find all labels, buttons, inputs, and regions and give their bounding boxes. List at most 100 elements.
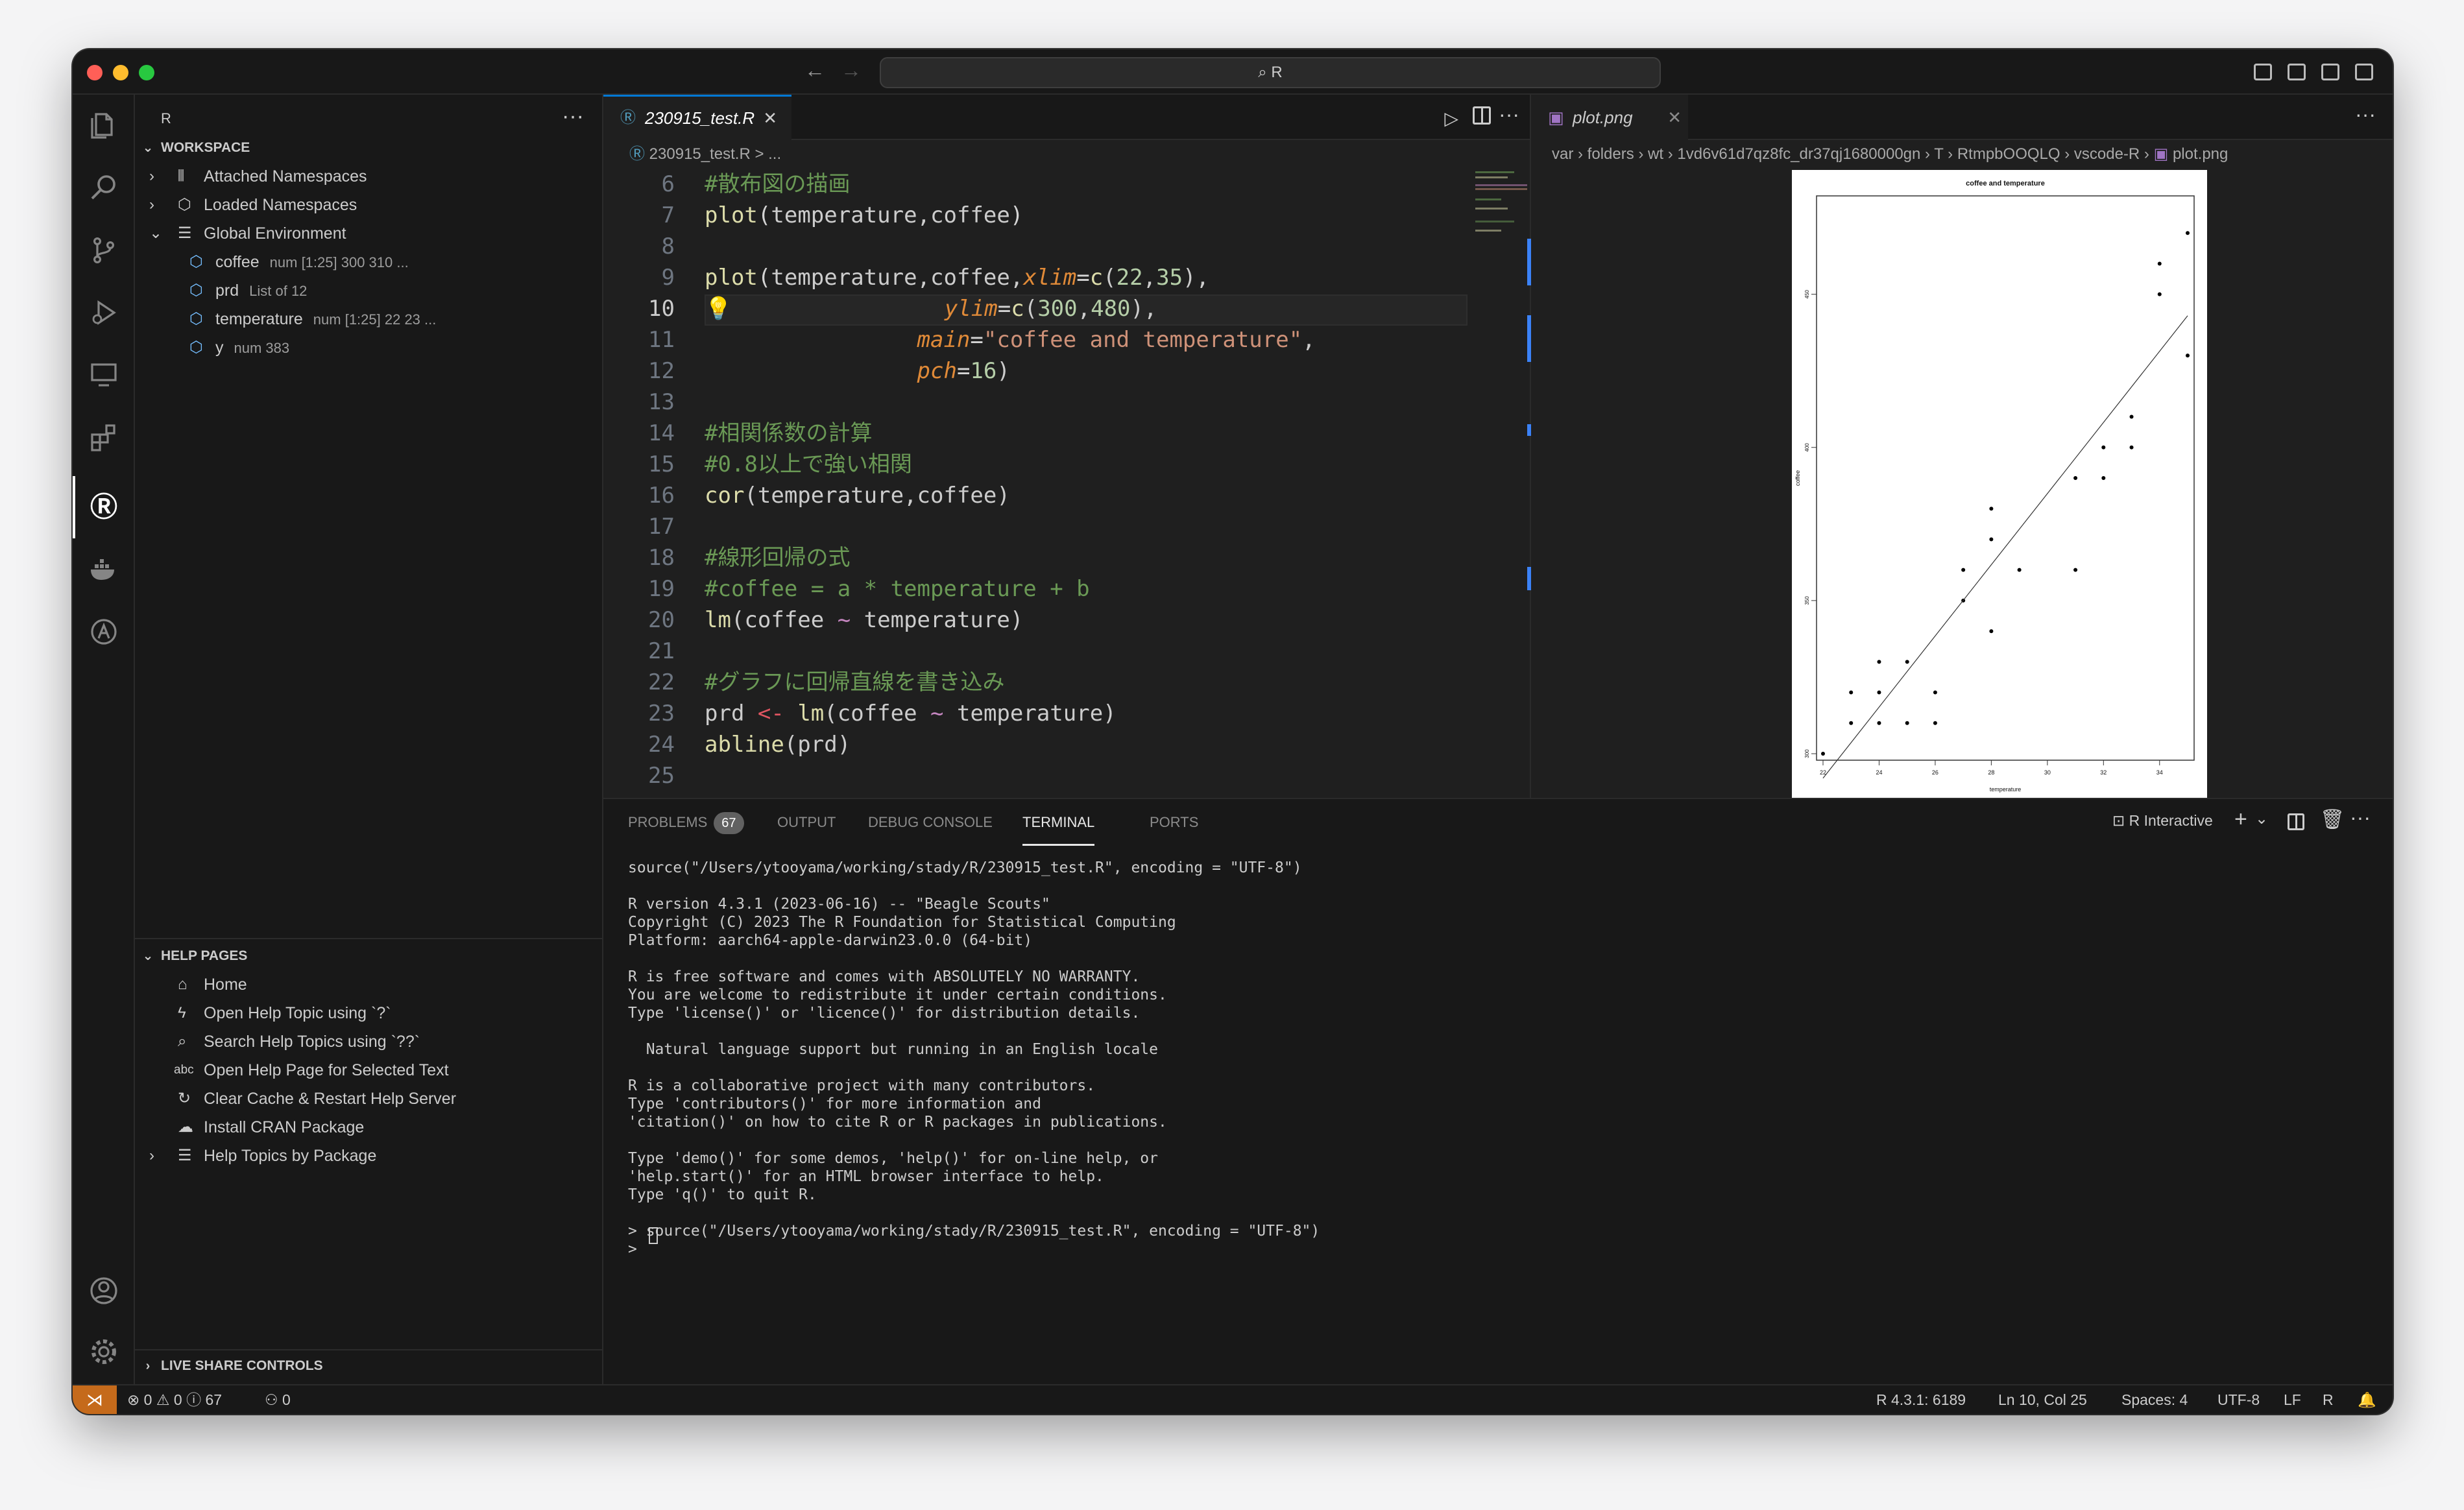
tab-terminal[interactable]: TERMINAL <box>1022 799 1095 846</box>
tree-item-loaded-namespaces[interactable]: › ⬡ Loaded Namespaces <box>135 191 602 219</box>
tab-ports[interactable]: PORTS <box>1150 799 1198 846</box>
y-axis-label: coffee <box>1794 470 1801 486</box>
tree-item-attached-namespaces[interactable]: › ⫴ Attached Namespaces <box>135 162 602 191</box>
env-item-name: coffee <box>215 253 260 271</box>
env-item-coffee[interactable]: ⬡ coffee num [1:25] 300 310 ... <box>135 248 602 276</box>
help-item-clear-cache[interactable]: ↻ Clear Cache & Restart Help Server <box>135 1085 602 1113</box>
minimap[interactable] <box>1475 169 1530 363</box>
ports-status[interactable]: ⚇ 0 <box>265 1385 291 1414</box>
explorer-icon[interactable] <box>88 110 119 141</box>
new-terminal-icon[interactable]: + <box>2234 807 2247 832</box>
forward-arrow-icon[interactable]: → <box>841 58 862 82</box>
line-number: 24 <box>648 732 675 758</box>
env-item-desc: num [1:25] 22 23 ... <box>313 311 437 328</box>
code-area[interactable]: 6 7 8 9 10 11 12 13 14 15 16 17 18 19 20 21 22 23 24 25 #散布… <box>603 169 1470 843</box>
extensions-icon[interactable] <box>88 422 119 453</box>
r-file-icon: Ⓡ <box>629 145 645 163</box>
close-window-button[interactable] <box>87 65 103 80</box>
env-item-temperature[interactable]: ⬡ temperature num [1:25] 22 23 ... <box>135 305 602 333</box>
help-item-selected-text[interactable]: abc Open Help Page for Selected Text <box>135 1056 602 1085</box>
more-actions-icon[interactable]: ··· <box>2355 102 2376 126</box>
cursor-position[interactable]: Ln 10, Col 25 <box>1998 1385 2087 1414</box>
split-editor-icon[interactable] <box>1473 106 1491 125</box>
code-line: lm(coffee ~ temperature) <box>705 607 1024 633</box>
package-icon: ⬡ <box>178 196 191 213</box>
variable-icon: ⬡ <box>189 282 203 299</box>
list-icon: ☰ <box>178 1147 192 1164</box>
more-actions-icon[interactable]: ··· <box>2350 806 2371 830</box>
maximize-panel-icon[interactable]: ⌃ <box>2391 808 2393 830</box>
minimize-window-button[interactable] <box>113 65 128 80</box>
tab-230915-test-r[interactable]: Ⓡ 230915_test.R ✕ <box>603 95 791 140</box>
active-view-indicator <box>73 476 75 538</box>
indentation-status[interactable]: Spaces: 4 <box>2121 1385 2188 1414</box>
remote-indicator-icon[interactable]: ⋊ <box>73 1385 117 1414</box>
tab-output[interactable]: OUTPUT <box>777 799 836 846</box>
bell-icon[interactable]: 🔔 <box>2358 1385 2376 1414</box>
split-terminal-icon[interactable] <box>2288 813 2304 830</box>
chevron-down-icon[interactable]: ⌄ <box>2255 809 2268 828</box>
close-tab-icon[interactable]: ✕ <box>1667 95 1682 140</box>
search-icon[interactable] <box>88 173 119 204</box>
x-tick-label: 34 <box>2156 769 2163 776</box>
scroll-decoration <box>1527 239 1531 285</box>
problems-count-badge: 67 <box>714 812 744 834</box>
scatter-point <box>1989 629 1994 634</box>
eol-status[interactable]: LF <box>2284 1385 2301 1414</box>
breadcrumb: Ⓡ 230915_test.R > ... <box>629 145 782 163</box>
gear-icon[interactable] <box>88 1336 119 1367</box>
tree-item-global-environment[interactable]: ⌄ ☰ Global Environment <box>135 219 602 248</box>
source-control-icon[interactable] <box>88 235 119 266</box>
problems-status[interactable]: ⊗ 0 ⚠ 0 ⓘ 67 <box>127 1385 222 1414</box>
language-mode[interactable]: R <box>2323 1385 2334 1414</box>
line-number: 18 <box>648 545 675 571</box>
code-line: plot(temperature,coffee,xlim=c(22,35), <box>705 265 1209 291</box>
more-actions-icon[interactable]: ··· <box>562 104 584 129</box>
command-center-search[interactable]: ⌕ R <box>880 57 1661 88</box>
terminal-output[interactable]: source("/Users/ytooyama/working/stady/R/… <box>628 859 2367 1258</box>
variable-icon: ⬡ <box>189 310 203 328</box>
maximize-window-button[interactable] <box>139 65 154 80</box>
tab-debug-console[interactable]: DEBUG CONSOLE <box>868 799 993 846</box>
help-item-topics-by-package[interactable]: › ☰ Help Topics by Package <box>135 1142 602 1170</box>
customize-layout-icon[interactable] <box>2355 64 2373 80</box>
live-share-section-header[interactable]: › LIVE SHARE CONTROLS <box>135 1352 602 1380</box>
more-actions-icon[interactable]: ··· <box>1499 102 1519 126</box>
y-tick-label: 350 <box>1804 596 1810 605</box>
help-item-search-topics[interactable]: ⌕ Search Help Topics using `??` <box>135 1027 602 1056</box>
terminal-selector[interactable]: ⊡ R Interactive <box>2112 812 2213 830</box>
tab-plot-png[interactable]: ▣ plot.png ✕ <box>1532 95 1688 140</box>
env-item-y[interactable]: ⬡ y num 383 <box>135 333 602 362</box>
env-item-prd[interactable]: ⬡ prd List of 12 <box>135 276 602 305</box>
line-number: 12 <box>648 358 675 384</box>
help-pages-section-header[interactable]: ⌄ HELP PAGES <box>135 942 602 970</box>
close-tab-icon[interactable]: ✕ <box>763 97 777 139</box>
r-extension-icon[interactable]: Ⓡ <box>88 492 119 523</box>
toggle-panel-icon[interactable] <box>2288 64 2306 80</box>
toggle-primary-sidebar-icon[interactable] <box>2254 64 2272 80</box>
run-file-icon[interactable]: ▷ <box>1444 108 1458 129</box>
accounts-icon[interactable] <box>88 1275 119 1306</box>
remote-explorer-icon[interactable] <box>88 359 119 390</box>
encoding-status[interactable]: UTF-8 <box>2217 1385 2260 1414</box>
help-item-home[interactable]: ⌂ Home <box>135 970 602 999</box>
r-file-icon: Ⓡ <box>620 109 636 126</box>
line-number: 10 <box>648 296 675 322</box>
lightbulb-icon[interactable]: 💡 <box>705 296 732 322</box>
trash-icon[interactable]: 🗑 <box>2320 808 2345 831</box>
help-item-install-cran[interactable]: ☁ Install CRAN Package <box>135 1113 602 1142</box>
docker-icon[interactable] <box>88 554 119 585</box>
help-item-open-topic[interactable]: ϟ Open Help Topic using `?` <box>135 999 602 1027</box>
workspace-section-header[interactable]: ⌄ WORKSPACE <box>135 134 602 162</box>
back-arrow-icon[interactable]: ← <box>804 58 825 82</box>
run-debug-icon[interactable] <box>88 297 119 328</box>
testing-icon[interactable] <box>88 616 119 647</box>
code-editor-group: Ⓡ 230915_test.R ✕ ▷ ··· Ⓡ 230915_test.R … <box>603 95 1531 845</box>
scatter-point <box>2073 476 2078 480</box>
tab-problems[interactable]: PROBLEMS 67 <box>628 799 744 846</box>
broadcast-icon: ⚇ <box>265 1391 278 1408</box>
status-bar: ⋊ ⊗ 0 ⚠ 0 ⓘ 67 ⚇ 0 R 4.3.1: 6189 Ln 10, … <box>73 1384 2393 1414</box>
r-session-status[interactable]: R 4.3.1: 6189 <box>1876 1385 1966 1414</box>
image-file-icon: ▣ <box>1548 108 1564 127</box>
toggle-secondary-sidebar-icon[interactable] <box>2321 64 2339 80</box>
